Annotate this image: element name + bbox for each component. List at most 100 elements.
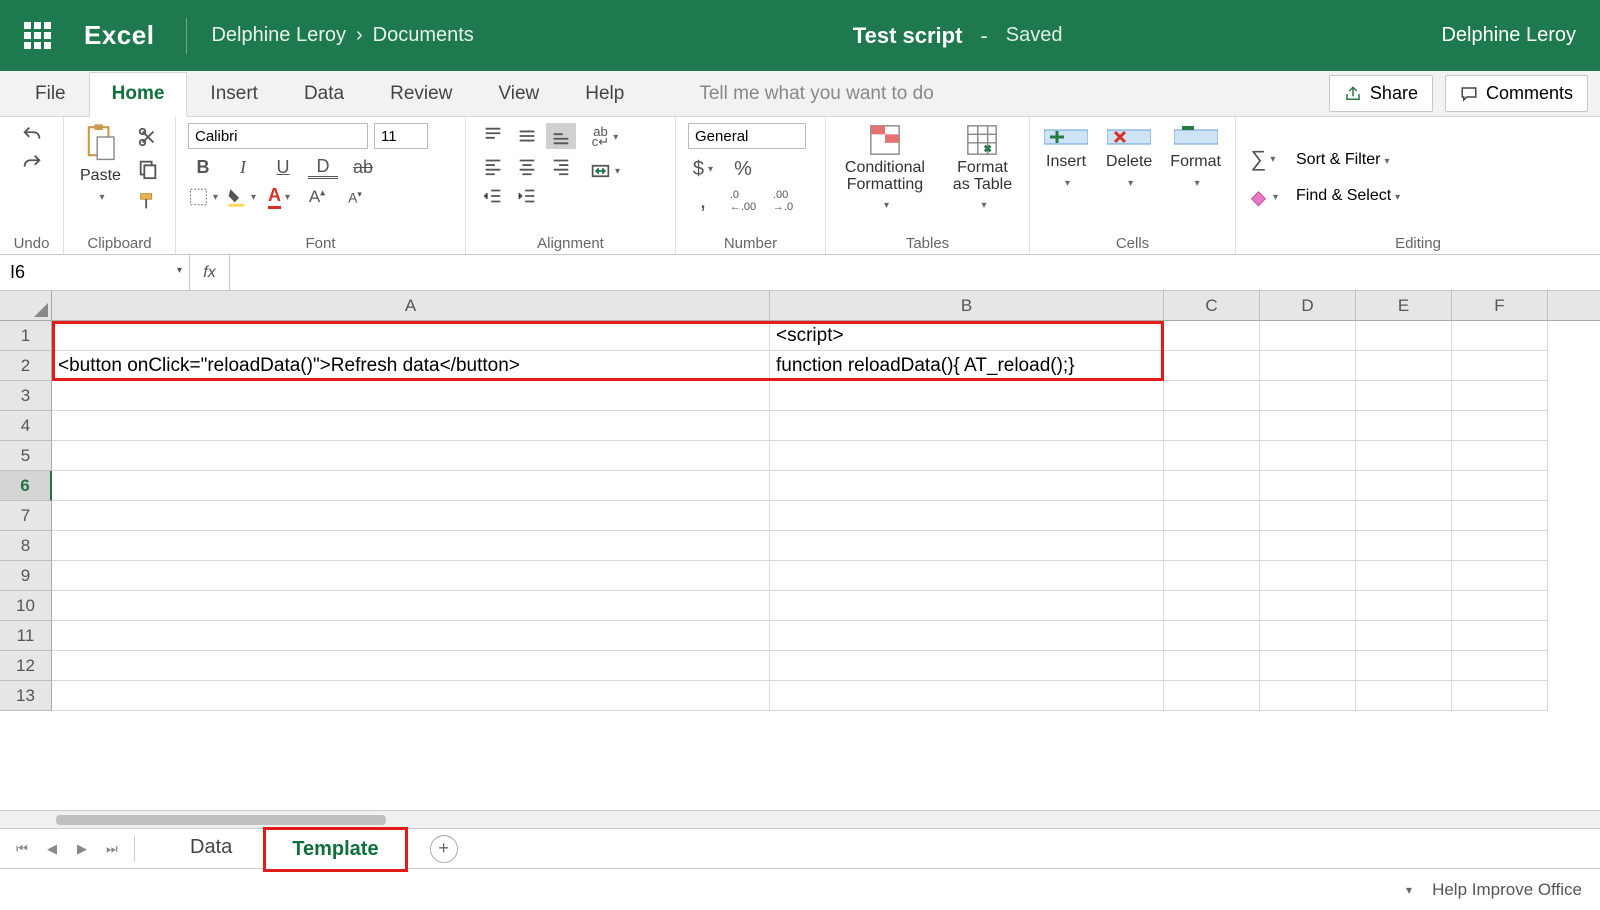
cell[interactable] <box>770 621 1164 651</box>
user-name[interactable]: Delphine Leroy <box>1441 24 1576 47</box>
autosum-button[interactable]: ∑ <box>1248 147 1278 171</box>
cell[interactable] <box>52 681 770 711</box>
cell[interactable] <box>1164 681 1260 711</box>
cell[interactable] <box>1452 501 1548 531</box>
row-header[interactable]: 2 <box>0 351 52 381</box>
cell[interactable] <box>1260 681 1356 711</box>
sheet-tab-template[interactable]: Template <box>263 827 407 872</box>
merge-button[interactable] <box>590 159 620 183</box>
grow-font-button[interactable]: A▴ <box>302 185 332 209</box>
row-header[interactable]: 5 <box>0 441 52 471</box>
cell[interactable] <box>52 531 770 561</box>
cell[interactable] <box>770 561 1164 591</box>
row-header[interactable]: 7 <box>0 501 52 531</box>
comma-button[interactable]: , <box>688 189 718 213</box>
align-top-button[interactable] <box>478 123 508 149</box>
spreadsheet-grid[interactable]: ABCDEF 1<script>2<button onClick="reload… <box>0 291 1600 810</box>
add-sheet-button[interactable]: + <box>430 835 458 863</box>
cell[interactable] <box>1356 591 1452 621</box>
paste-button[interactable]: Paste <box>76 123 125 205</box>
formula-bar[interactable] <box>230 255 1600 290</box>
find-select-button[interactable]: Find & Select <box>1296 187 1400 205</box>
sheet-nav-prev[interactable]: ◀ <box>38 835 66 863</box>
borders-button[interactable] <box>188 185 218 209</box>
cut-button[interactable] <box>133 125 163 149</box>
cell[interactable] <box>770 441 1164 471</box>
row-header[interactable]: 12 <box>0 651 52 681</box>
cell[interactable] <box>52 651 770 681</box>
cell[interactable] <box>770 381 1164 411</box>
cell[interactable] <box>1452 681 1548 711</box>
align-left-button[interactable] <box>478 153 508 179</box>
sort-filter-button[interactable]: Sort & Filter <box>1296 151 1390 169</box>
cell[interactable] <box>1164 441 1260 471</box>
row-header[interactable]: 9 <box>0 561 52 591</box>
currency-button[interactable]: $ <box>688 157 718 181</box>
cell[interactable] <box>1452 411 1548 441</box>
chevron-down-icon[interactable]: ▾ <box>177 265 182 276</box>
cell[interactable] <box>1260 411 1356 441</box>
cell[interactable] <box>1164 531 1260 561</box>
cell[interactable] <box>1452 591 1548 621</box>
row-header[interactable]: 13 <box>0 681 52 711</box>
cell[interactable] <box>52 471 770 501</box>
fill-color-button[interactable] <box>226 185 256 209</box>
cell[interactable] <box>1356 351 1452 381</box>
cell[interactable] <box>1260 591 1356 621</box>
bold-button[interactable]: B <box>188 155 218 179</box>
column-header[interactable]: C <box>1164 291 1260 320</box>
insert-cells-button[interactable]: Insert <box>1040 123 1092 191</box>
cell[interactable] <box>1260 471 1356 501</box>
cell[interactable] <box>52 561 770 591</box>
cell[interactable] <box>1164 321 1260 351</box>
decrease-decimal-button[interactable]: .00→.0 <box>768 189 798 213</box>
row-header[interactable]: 4 <box>0 411 52 441</box>
cell[interactable] <box>1356 411 1452 441</box>
cell[interactable]: <script> <box>770 321 1164 351</box>
row-header[interactable]: 1 <box>0 321 52 351</box>
tell-me-search[interactable]: Tell me what you want to do <box>699 83 933 105</box>
sheet-nav-last[interactable]: ⏭ <box>98 835 126 863</box>
cell[interactable] <box>1356 441 1452 471</box>
cell[interactable] <box>770 531 1164 561</box>
breadcrumb-folder[interactable]: Documents <box>373 24 474 47</box>
tab-data[interactable]: Data <box>281 72 367 116</box>
cell[interactable] <box>770 471 1164 501</box>
format-painter-button[interactable] <box>133 189 163 213</box>
tab-home[interactable]: Home <box>89 72 188 117</box>
font-name-combo[interactable] <box>188 123 368 149</box>
cell[interactable] <box>52 411 770 441</box>
cell[interactable] <box>1260 651 1356 681</box>
cell[interactable] <box>1260 321 1356 351</box>
conditional-formatting-button[interactable]: Conditional Formatting <box>838 123 932 213</box>
cell[interactable] <box>1452 561 1548 591</box>
format-as-table-button[interactable]: Format as Table <box>948 123 1017 213</box>
font-size-combo[interactable] <box>374 123 428 149</box>
horizontal-scrollbar[interactable] <box>0 810 1600 828</box>
sheet-nav-first[interactable]: ⏮ <box>8 835 36 863</box>
increase-decimal-button[interactable]: .0←.00 <box>728 189 758 213</box>
tab-help[interactable]: Help <box>562 72 647 116</box>
underline-button[interactable]: U <box>268 155 298 179</box>
sheet-nav-next[interactable]: ▶ <box>68 835 96 863</box>
cell[interactable] <box>770 681 1164 711</box>
align-middle-button[interactable] <box>512 123 542 149</box>
align-bottom-button[interactable] <box>546 123 576 149</box>
column-header[interactable]: D <box>1260 291 1356 320</box>
cell[interactable]: function reloadData(){ AT_reload();} <box>770 351 1164 381</box>
cell[interactable] <box>1452 351 1548 381</box>
cell[interactable] <box>1452 621 1548 651</box>
column-header[interactable]: B <box>770 291 1164 320</box>
cell[interactable] <box>770 411 1164 441</box>
cell[interactable] <box>1164 501 1260 531</box>
app-launcher-icon[interactable] <box>24 22 52 50</box>
row-header[interactable]: 6 <box>0 471 52 501</box>
cell[interactable] <box>1356 471 1452 501</box>
cell[interactable] <box>52 501 770 531</box>
increase-indent-button[interactable] <box>512 183 542 209</box>
wrap-text-button[interactable]: abc↵ <box>590 125 620 149</box>
undo-button[interactable] <box>17 123 47 147</box>
cell[interactable] <box>1356 621 1452 651</box>
cell[interactable] <box>1164 411 1260 441</box>
cell[interactable] <box>52 381 770 411</box>
